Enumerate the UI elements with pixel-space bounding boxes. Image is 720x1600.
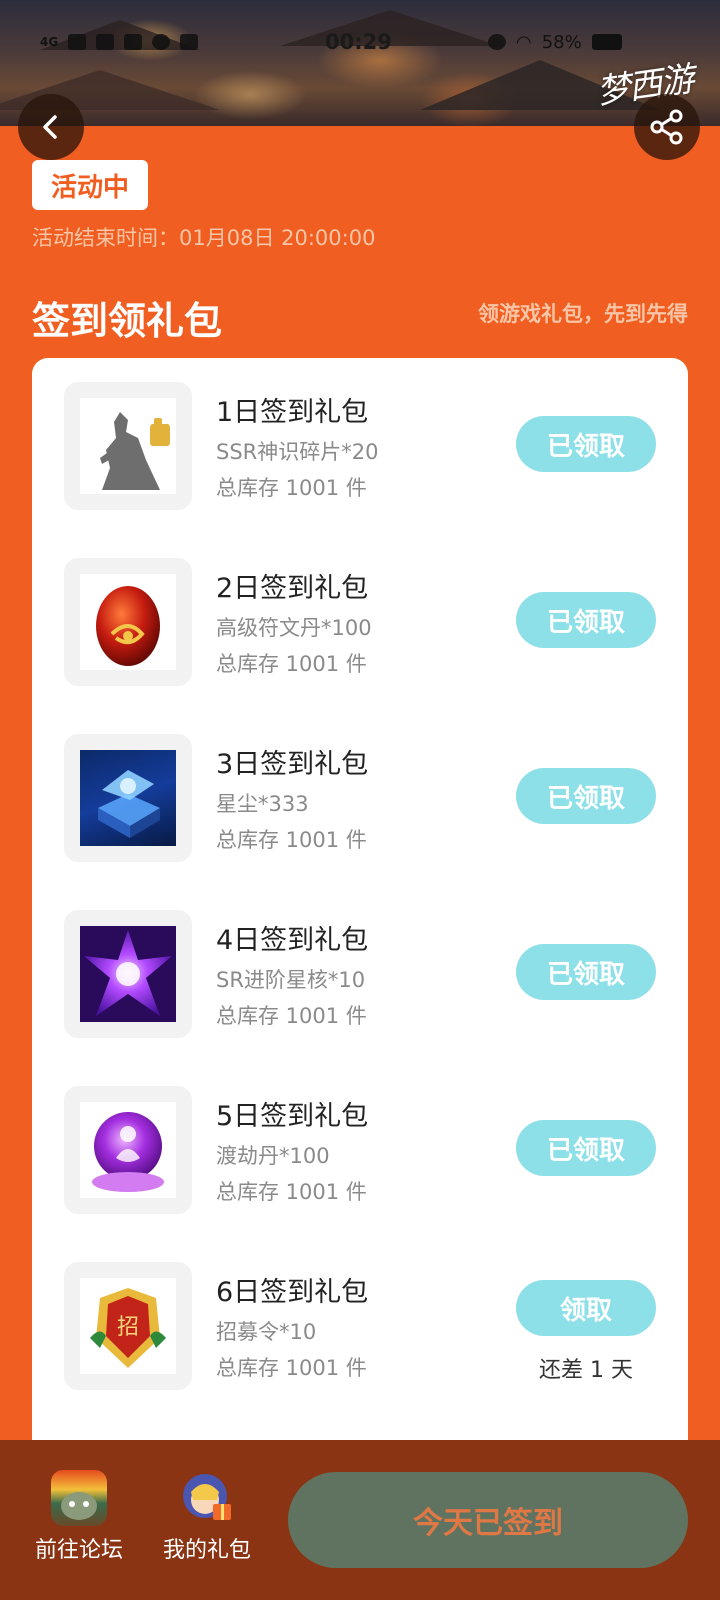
my-gift-nav-item[interactable]: 我的礼包 [152, 1470, 262, 1564]
gift-stock: 总库存 1001 件 [216, 476, 367, 500]
gift-title: 2日签到礼包 [216, 573, 369, 604]
tribulation-pill-icon [80, 1102, 176, 1198]
my-gift-label: 我的礼包 [162, 1538, 251, 1563]
back-button[interactable] [18, 94, 84, 160]
gift-item-day4: 4日签到礼包 SR进阶星核*10 总库存 1001 件 已领取 [32, 910, 688, 1040]
claimed-button[interactable]: 已领取 [516, 768, 656, 824]
gift-description: 高级符文丹*100 [216, 616, 372, 640]
gift-title: 4日签到礼包 [216, 925, 369, 956]
bottom-bar: 前往论坛 我的礼包 今天已签到 [0, 1440, 720, 1600]
section-hint: 领游戏礼包，先到先得 [478, 302, 688, 326]
gift-item-day1: 1日签到礼包 SSR神识碎片*20 总库存 1001 件 已领取 [32, 382, 688, 512]
gift-thumbnail [64, 558, 192, 686]
star-core-icon [80, 926, 176, 1022]
gift-title: 3日签到礼包 [216, 749, 369, 780]
share-button[interactable] [634, 94, 700, 160]
claim-button[interactable]: 领取 [516, 1280, 656, 1336]
gift-box-icon [179, 1470, 235, 1526]
alarm-icon [488, 34, 506, 50]
tiktok-icon [180, 34, 199, 50]
mail-icon [96, 34, 115, 50]
gift-item-day3: 3日签到礼包 星尘*333 总库存 1001 件 已领取 [32, 734, 688, 864]
status-time: 00:29 [325, 30, 392, 54]
mail-icon [124, 34, 143, 50]
status-bar: 4G 00:29 ◠ 58% [40, 28, 622, 56]
gift-item-day6: 招 6日签到礼包 招募令*10 总库存 1001 件 领取 还差 1 天 [32, 1262, 688, 1392]
rune-pill-icon [80, 574, 176, 670]
gift-stock: 总库存 1001 件 [216, 652, 367, 676]
gift-item-day5: 5日签到礼包 渡劫丹*100 总库存 1001 件 已领取 [32, 1086, 688, 1216]
gift-thumbnail [64, 1086, 192, 1214]
forum-nav-item[interactable]: 前往论坛 [24, 1470, 134, 1564]
gift-stock: 总库存 1001 件 [216, 1356, 367, 1380]
days-remaining: 还差 1 天 [539, 1358, 633, 1383]
signed-in-today-button[interactable]: 今天已签到 [288, 1472, 688, 1568]
gift-thumbnail: 招 [64, 1262, 192, 1390]
gift-list-card: 1日签到礼包 SSR神识碎片*20 总库存 1001 件 已领取 2日签到礼包 … [32, 358, 688, 1458]
activity-end-time: 活动结束时间：01月08日 20:00:00 [32, 226, 376, 250]
gift-title: 1日签到礼包 [216, 397, 369, 428]
gift-description: SSR神识碎片*20 [216, 440, 379, 464]
battery-icon [591, 34, 622, 50]
claimed-button[interactable]: 已领取 [516, 416, 656, 472]
claimed-button[interactable]: 已领取 [516, 592, 656, 648]
section-title: 签到领礼包 [32, 299, 223, 343]
gift-stock: 总库存 1001 件 [216, 828, 367, 852]
header-banner: 4G 00:29 ◠ 58% 梦西游 [0, 0, 720, 126]
gift-description: 星尘*333 [216, 792, 309, 816]
app-icon [152, 34, 171, 50]
gift-thumbnail [64, 382, 192, 510]
gift-stock: 总库存 1001 件 [216, 1180, 367, 1204]
gift-thumbnail [64, 734, 192, 862]
gift-description: SR进阶星核*10 [216, 968, 366, 992]
claimed-button[interactable]: 已领取 [516, 944, 656, 1000]
gift-thumbnail [64, 910, 192, 1038]
silhouette-fragment-icon [80, 398, 176, 494]
gift-stock: 总库存 1001 件 [216, 1004, 367, 1028]
forum-icon [51, 1470, 107, 1526]
gift-description: 渡劫丹*100 [216, 1144, 330, 1168]
gift-item-day2: 2日签到礼包 高级符文丹*100 总库存 1001 件 已领取 [32, 558, 688, 688]
stardust-chest-icon [80, 750, 176, 846]
activity-status-badge: 活动中 [32, 160, 148, 210]
network-label: 4G [40, 35, 59, 49]
gift-title: 5日签到礼包 [216, 1101, 369, 1132]
gift-description: 招募令*10 [216, 1320, 317, 1344]
gift-title: 6日签到礼包 [216, 1277, 369, 1308]
wifi-icon: ◠ [516, 31, 532, 53]
forum-label: 前往论坛 [34, 1538, 123, 1563]
share-icon [650, 109, 683, 145]
svg-text:招: 招 [117, 1315, 139, 1340]
chevron-left-icon [43, 115, 57, 139]
signal-icon [68, 34, 87, 50]
battery-percent: 58% [541, 31, 582, 53]
recruit-token-icon: 招 [80, 1278, 176, 1374]
claimed-button[interactable]: 已领取 [516, 1120, 656, 1176]
